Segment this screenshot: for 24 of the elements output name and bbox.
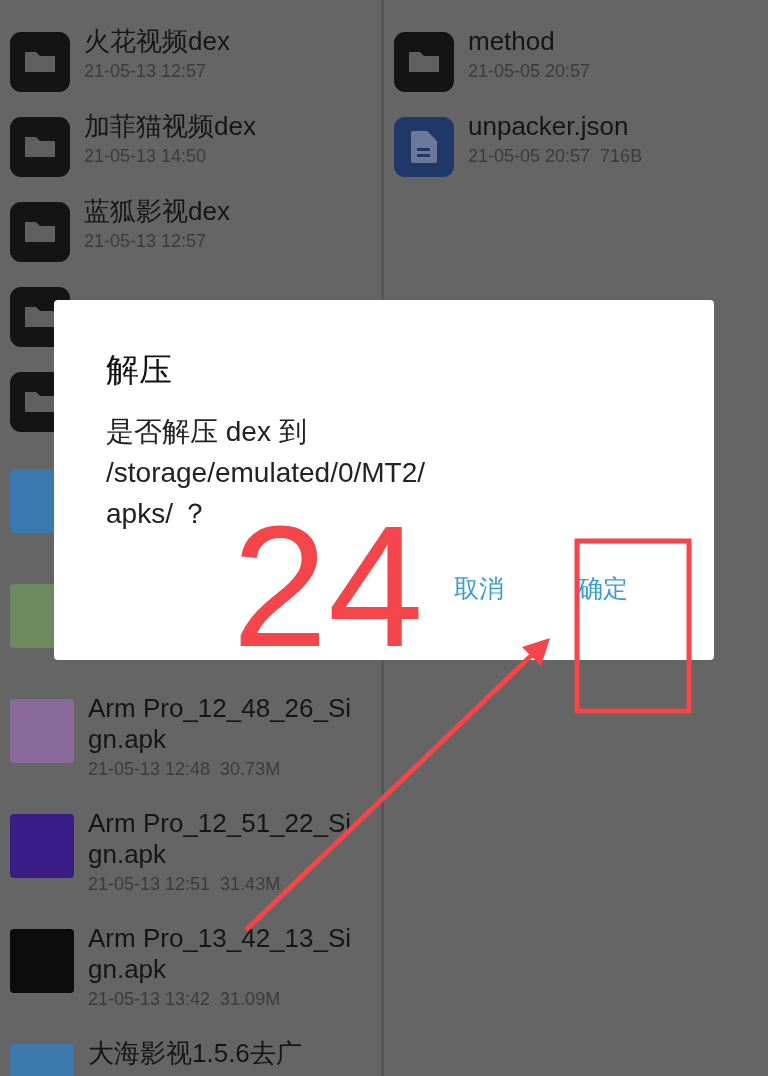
folder-icon [394, 32, 454, 92]
app-icon [10, 814, 74, 878]
file-name[interactable]: Arm Pro_13_42_13_Sign.apk [88, 923, 364, 986]
document-icon [394, 117, 454, 177]
app-icon [10, 699, 74, 763]
file-name[interactable]: Arm Pro_12_48_26_Sign.apk [88, 693, 364, 756]
file-name[interactable]: method [468, 26, 591, 58]
dialog-message: /storage/emulated/0/MT2/ [106, 456, 427, 490]
dialog-title: 解压 [106, 349, 173, 391]
file-name[interactable]: 火花视频dex [84, 26, 230, 58]
folder-icon [10, 202, 70, 262]
step-number: 24 [232, 500, 424, 672]
file-name[interactable]: unpacker.json [468, 111, 643, 143]
dialog-message: apks/ ？ [106, 497, 210, 531]
app-icon [10, 929, 74, 993]
folder-icon [10, 32, 70, 92]
file-name[interactable]: 加菲猫视频dex [84, 111, 256, 143]
file-name[interactable]: Arm Pro_12_51_22_Sign.apk [88, 808, 364, 871]
dialog-message: 是否解压 dex 到 [106, 415, 308, 449]
dialog-button[interactable]: 确定 [564, 560, 642, 617]
file-name[interactable]: 蓝狐影视dex [84, 196, 230, 228]
file-name[interactable]: 大海影视1.5.6去广 [88, 1038, 364, 1070]
dialog-button[interactable]: 取消 [440, 560, 518, 617]
folder-icon [10, 117, 70, 177]
